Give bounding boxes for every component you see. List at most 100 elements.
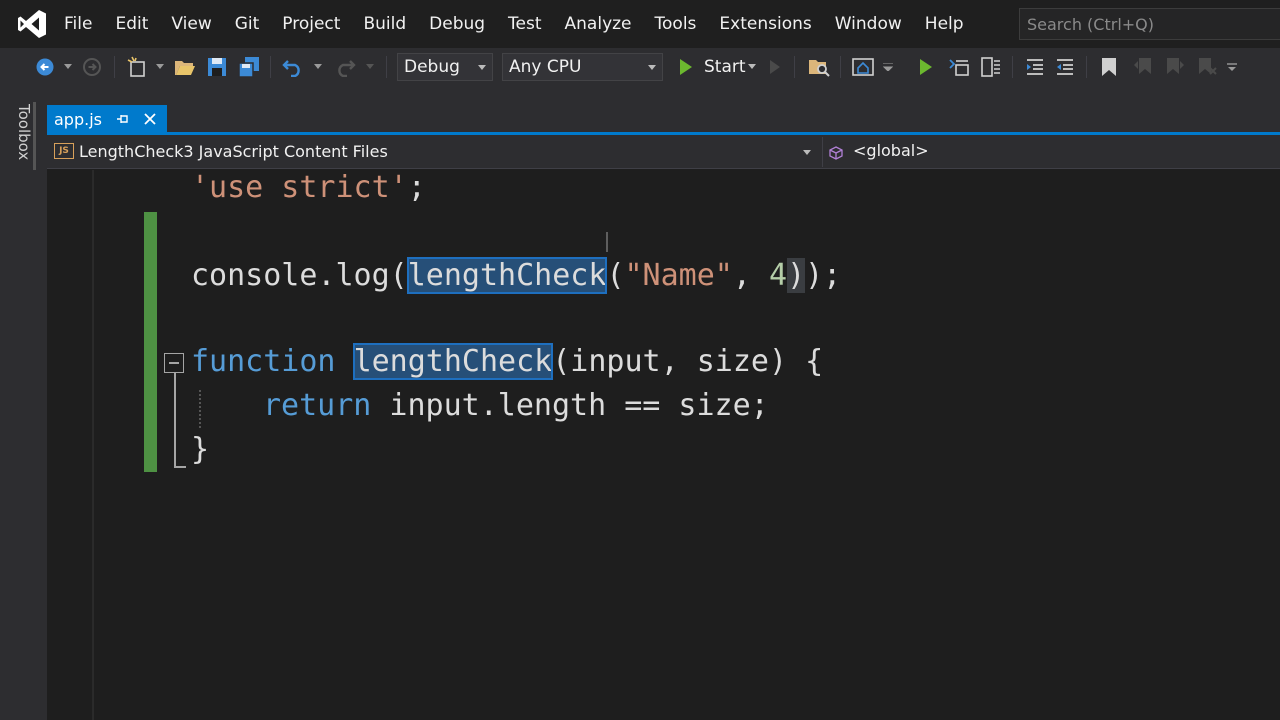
console-log-call: console.log(	[191, 258, 408, 293]
menu-file[interactable]: File	[52, 0, 103, 48]
browser-link-dropdown-button[interactable]	[880, 48, 896, 86]
toolbox-label[interactable]: Toolbox	[14, 104, 34, 160]
menu-extensions[interactable]: Extensions	[707, 0, 822, 48]
indent-button[interactable]	[1020, 48, 1050, 86]
string-literal: 'use strict'	[191, 170, 408, 205]
bookmark-icon	[1102, 58, 1116, 76]
outdent-button[interactable]	[1050, 48, 1080, 86]
configuration-value: Debug	[404, 57, 460, 77]
save-all-button[interactable]	[234, 48, 264, 86]
collapse-outline-button[interactable]	[164, 353, 184, 373]
folder-search-icon	[809, 60, 830, 77]
return-keyword: return	[263, 388, 372, 423]
menu-build[interactable]: Build	[351, 0, 417, 48]
format-document-button[interactable]	[976, 48, 1006, 86]
new-project-button[interactable]	[122, 48, 152, 86]
menu-git[interactable]: Git	[223, 0, 271, 48]
toolbar-separator	[386, 56, 387, 78]
menu-window[interactable]: Window	[823, 0, 913, 48]
function-keyword: function	[191, 344, 336, 379]
menu-edit[interactable]: Edit	[103, 0, 159, 48]
close-icon[interactable]	[143, 112, 157, 126]
solution-explorer-button[interactable]	[804, 48, 834, 86]
step-icon	[949, 59, 969, 76]
menu-project[interactable]: Project	[270, 0, 351, 48]
js-file-icon: JS	[54, 143, 74, 159]
toolbar-overflow-button[interactable]	[1224, 48, 1240, 86]
navigation-bar: JS LengthCheck3 JavaScript Content Files…	[47, 135, 1280, 169]
clear-bookmarks-button[interactable]	[1192, 48, 1222, 86]
code-line-1[interactable]: 'use strict';	[191, 168, 426, 208]
code-line-2[interactable]: console.log(lengthCheck("Name", 4));	[191, 256, 841, 296]
save-icon	[208, 58, 226, 76]
back-dropdown-button[interactable]	[60, 48, 76, 86]
toolbar-separator	[840, 56, 841, 78]
statement-end: );	[805, 258, 842, 293]
start-label[interactable]: Start	[704, 48, 746, 86]
play-icon	[680, 59, 692, 75]
navigate-forward-button[interactable]	[78, 48, 106, 86]
code-line-3[interactable]: function lengthCheck(input, size) {	[191, 342, 823, 382]
save-button[interactable]	[202, 48, 232, 86]
toolbar-separator	[270, 56, 271, 78]
matched-paren: )	[787, 258, 806, 293]
margin-divider	[92, 170, 93, 720]
return-expression: input.length == size;	[371, 388, 769, 423]
platform-dropdown[interactable]: Any CPU	[502, 53, 663, 81]
toolbar-separator	[1012, 56, 1013, 78]
start-without-debugging-button[interactable]	[764, 48, 786, 86]
menu-test[interactable]: Test	[496, 0, 552, 48]
run-button[interactable]	[912, 48, 940, 86]
code-editor[interactable]: 'use strict'; console.log(lengthCheck("N…	[47, 170, 1280, 720]
indent-guide	[199, 390, 201, 428]
string-argument: "Name"	[624, 258, 733, 293]
left-dock-rail	[0, 86, 47, 720]
home-window-icon	[852, 58, 874, 76]
navbar-divider	[822, 137, 823, 167]
start-dropdown-button[interactable]	[744, 48, 760, 86]
namespace-icon	[829, 146, 843, 160]
menu-analyze[interactable]: Analyze	[553, 0, 643, 48]
undo-button[interactable]	[278, 48, 308, 86]
open-file-button[interactable]	[170, 48, 200, 86]
highlighted-definition: lengthCheck	[352, 343, 554, 380]
visual-studio-logo-icon[interactable]	[16, 8, 48, 40]
next-bookmark-button[interactable]	[1160, 48, 1190, 86]
play-icon	[920, 59, 932, 75]
menu-items: File Edit View Git Project Build Debug T…	[52, 0, 975, 48]
redo-button[interactable]	[330, 48, 360, 86]
separator: ,	[732, 258, 769, 293]
navigate-back-button[interactable]	[30, 48, 60, 86]
glyph-margin	[47, 170, 94, 720]
standard-toolbar: Debug Any CPU Start	[0, 48, 1280, 86]
document-lines-icon	[981, 57, 1000, 77]
browser-link-button[interactable]	[848, 48, 878, 86]
outline-guide	[174, 373, 176, 467]
bookmark-button[interactable]	[1094, 48, 1124, 86]
code-line-5[interactable]: }	[191, 430, 209, 470]
undo-dropdown-button[interactable]	[310, 48, 326, 86]
new-dropdown-button[interactable]	[152, 48, 168, 86]
search-input[interactable]: Search (Ctrl+Q)	[1019, 8, 1280, 40]
outline-guide-end	[174, 466, 186, 468]
chevron-down-icon	[883, 63, 893, 71]
tab-app-js[interactable]: app.js	[47, 105, 167, 135]
function-params: (input, size) {	[552, 344, 824, 379]
menu-help[interactable]: Help	[913, 0, 975, 48]
menu-tools[interactable]: Tools	[643, 0, 708, 48]
outdent-icon	[1057, 59, 1073, 75]
code-line-4[interactable]: return input.length == size;	[263, 386, 769, 426]
menu-view[interactable]: View	[159, 0, 222, 48]
step-into-button[interactable]	[944, 48, 974, 86]
project-dropdown[interactable]: JS LengthCheck3 JavaScript Content Files	[51, 139, 822, 165]
previous-bookmark-button[interactable]	[1128, 48, 1158, 86]
mouse-cursor	[606, 232, 608, 252]
configuration-dropdown[interactable]: Debug	[397, 53, 493, 81]
menu-bar: File Edit View Git Project Build Debug T…	[0, 0, 1280, 48]
start-debugging-button[interactable]	[674, 48, 698, 86]
scope-dropdown[interactable]: <global>	[853, 141, 929, 160]
menu-debug[interactable]: Debug	[417, 0, 496, 48]
pin-icon[interactable]	[116, 112, 130, 126]
redo-dropdown-button[interactable]	[362, 48, 378, 86]
